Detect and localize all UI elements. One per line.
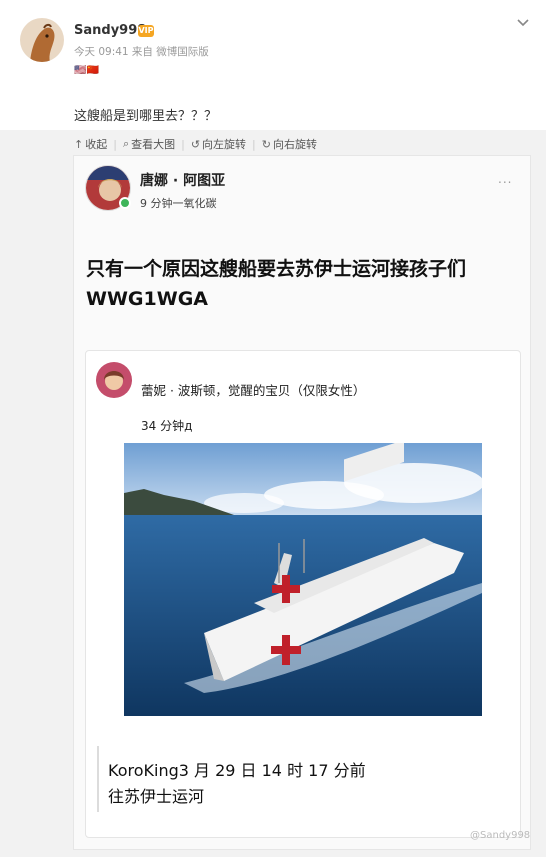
rotate-right-label: 向右旋转 (272, 138, 317, 151)
divider: | (113, 137, 117, 151)
rotate-left-icon: ↺ (190, 137, 201, 151)
search-icon: ⌕ (122, 137, 130, 150)
flag-icons: 🇺🇸🇨🇳 (74, 65, 99, 76)
divider: | (181, 137, 185, 151)
quote-divider (97, 746, 99, 812)
hospital-ship-photo (124, 443, 482, 716)
shared-post-time: 34 分钟д (141, 419, 193, 433)
shared-author-avatar (96, 362, 132, 398)
more-options-icon: ... (498, 172, 513, 186)
username[interactable]: Sandy998 (74, 23, 146, 38)
rotate-right-icon: ↻ (261, 137, 271, 151)
divider: | (252, 137, 256, 151)
arrow-up-icon: ↑ (74, 137, 84, 151)
user-avatar[interactable] (20, 18, 64, 62)
chevron-down-icon[interactable] (514, 14, 532, 32)
rotate-left-label: 向左旋转 (202, 138, 247, 151)
screenshot-author-name: 唐娜 · 阿图亚 (140, 173, 226, 189)
view-large-button[interactable]: ⌕ 查看大图 (123, 136, 175, 152)
screenshot-post-body: 只有一个原因这艘船要去苏伊士运河接孩子们 WWG1WGA (86, 258, 467, 310)
view-large-label: 查看大图 (131, 138, 176, 151)
post-text: 这艘船是到哪里去？？？ (74, 109, 218, 124)
collapse-button[interactable]: ↑ 收起 (74, 136, 107, 152)
rotate-right-button[interactable]: ↻ 向右旋转 (262, 136, 317, 152)
online-status-icon (119, 197, 131, 209)
collapse-label: 收起 (85, 138, 108, 151)
quoted-text: KoroKing3 月 29 日 14 时 17 分前往苏伊士运河 (108, 761, 366, 806)
weibo-watermark: @Sandy998 (470, 830, 531, 841)
image-toolbar: ↑ 收起 | ⌕ 查看大图 | ↺ 向左旋转 | ↻ 向右旋转 (74, 136, 323, 152)
post-meta: 今天 09:41 来自 微博国际版 (74, 46, 209, 58)
screenshot-post-time: 9 分钟一氧化碳 (140, 197, 217, 210)
shared-author-name: 蕾妮 · 波斯顿，觉醒的宝贝（仅限女性） (141, 383, 366, 398)
vip-badge-icon: VIP (138, 25, 154, 37)
rotate-left-button[interactable]: ↺ 向左旋转 (191, 136, 246, 152)
